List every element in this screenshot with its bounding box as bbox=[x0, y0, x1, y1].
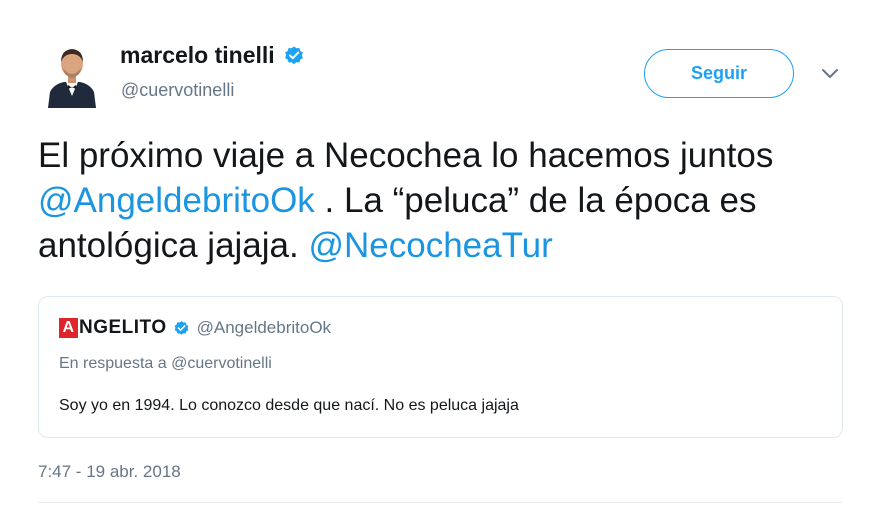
avatar[interactable] bbox=[44, 42, 100, 108]
tweet-text: El próximo viaje a Necochea lo hacemos j… bbox=[38, 133, 858, 268]
follow-button[interactable]: Seguir bbox=[644, 49, 794, 98]
mention-link[interactable]: @NecocheaTur bbox=[308, 226, 552, 265]
verified-badge-icon bbox=[284, 45, 303, 64]
user-avatar-photo bbox=[44, 42, 100, 108]
author-handle[interactable]: @cuervotinelli bbox=[121, 80, 234, 101]
quoted-tweet[interactable]: A NGELITO @AngeldebritoOk En respuesta a … bbox=[38, 296, 843, 438]
quoted-tweet-text: Soy yo en 1994. Lo conozco desde que nac… bbox=[59, 397, 519, 414]
author-display-name[interactable]: marcelo tinelli bbox=[120, 42, 275, 69]
quoted-tweet-header: A NGELITO @AngeldebritoOk bbox=[59, 317, 331, 339]
tweet-text-part: El próximo viaje a Necochea lo hacemos j… bbox=[38, 136, 774, 175]
verified-badge-icon bbox=[174, 320, 188, 335]
quoted-author-handle[interactable]: @AngeldebritoOk bbox=[197, 318, 331, 338]
quoted-author-name-text: NGELITO bbox=[79, 317, 167, 338]
chevron-down-icon[interactable] bbox=[820, 66, 840, 80]
mention-link[interactable]: @AngeldebritoOk bbox=[38, 181, 315, 220]
quoted-author-name[interactable]: A NGELITO bbox=[59, 317, 167, 339]
tweet-timestamp[interactable]: 7:47 - 19 abr. 2018 bbox=[38, 462, 181, 482]
author-name-row[interactable]: marcelo tinelli bbox=[120, 42, 305, 69]
divider bbox=[38, 502, 843, 503]
angelito-logo-icon: A bbox=[59, 318, 78, 338]
reply-to-label: En respuesta a @cuervotinelli bbox=[59, 355, 272, 372]
